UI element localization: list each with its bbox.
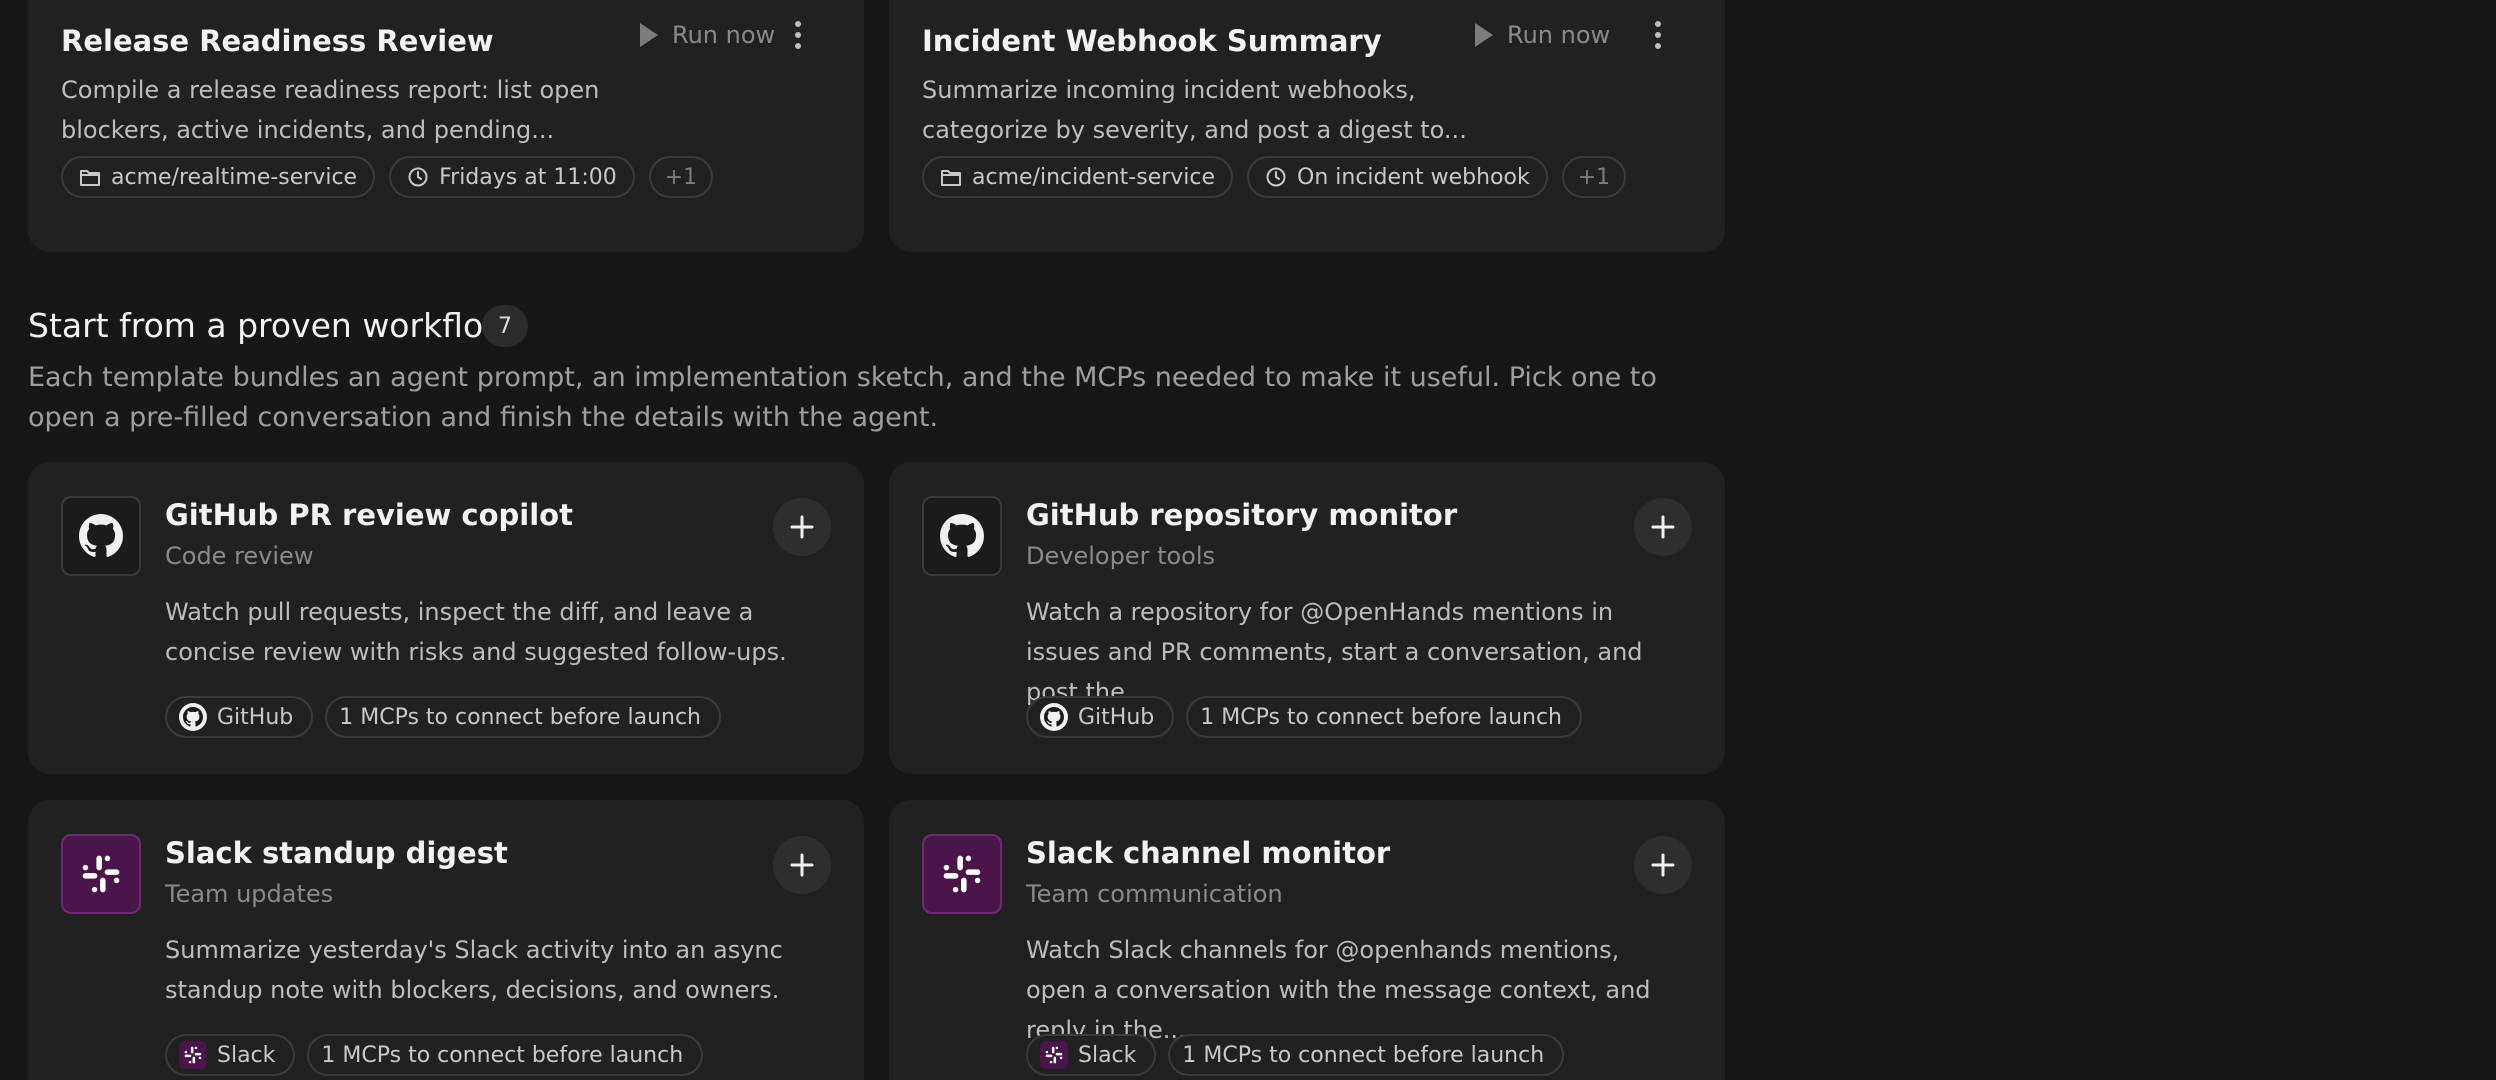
clock-icon: [1266, 167, 1286, 187]
automation-card[interactable]: Release Readiness Review Run now Compile…: [28, 0, 864, 252]
automation-title: Release Readiness Review: [61, 24, 494, 58]
plus-icon: [790, 515, 814, 539]
kebab-dot: [795, 43, 801, 49]
plus-icon: [790, 853, 814, 877]
automation-description: Compile a release readiness report: list…: [61, 76, 600, 144]
kebab-dot: [1655, 43, 1661, 49]
add-template-button[interactable]: [773, 836, 831, 894]
folder-icon: [941, 170, 961, 186]
add-template-button[interactable]: [1634, 836, 1692, 894]
kebab-dot: [795, 32, 801, 38]
integration-label: GitHub: [217, 704, 294, 730]
template-category: Team communication: [1026, 880, 1283, 908]
template-description: Watch a repository for @OpenHands mentio…: [1026, 598, 1643, 706]
github-logo-icon: [1040, 703, 1068, 731]
slack-logo-icon: [61, 834, 141, 914]
integration-chip: Slack: [1026, 1034, 1157, 1076]
template-chips: Slack 1 MCPs to connect before launch: [1026, 1034, 1565, 1076]
slack-logo-icon: [179, 1041, 207, 1069]
run-now-button[interactable]: Run now: [640, 20, 775, 50]
schedule-label: On incident webhook: [1297, 164, 1530, 190]
mcp-requirement-chip: 1 MCPs to connect before launch: [1168, 1034, 1565, 1076]
integration-label: Slack: [1078, 1042, 1137, 1068]
run-now-button[interactable]: Run now: [1475, 20, 1610, 50]
template-title: Slack standup digest: [165, 836, 508, 870]
template-chips: GitHub 1 MCPs to connect before launch: [1026, 696, 1583, 738]
run-now-label: Run now: [1507, 21, 1611, 49]
mcp-requirement-chip: 1 MCPs to connect before launch: [325, 696, 722, 738]
schedule-label: Fridays at 11:00: [439, 164, 617, 190]
more-chip[interactable]: +1: [648, 156, 714, 198]
repo-chip: acme/realtime-service: [61, 156, 376, 198]
template-category: Code review: [165, 542, 314, 570]
template-description: Watch pull requests, inspect the diff, a…: [165, 598, 787, 666]
template-description: Watch Slack channels for @openhands ment…: [1026, 936, 1651, 1044]
automation-chips: acme/realtime-service Fridays at 11:00 +…: [61, 156, 714, 198]
template-card-slack-standup[interactable]: Slack standup digest Team updates Summar…: [28, 800, 864, 1080]
template-title: GitHub repository monitor: [1026, 498, 1458, 532]
template-category: Developer tools: [1026, 542, 1216, 570]
integration-label: GitHub: [1078, 704, 1155, 730]
template-card-github-pr-review[interactable]: GitHub PR review copilot Code review Wat…: [28, 462, 864, 774]
integration-chip: GitHub: [1026, 696, 1175, 738]
play-icon: [640, 23, 658, 47]
github-logo-icon: [922, 496, 1002, 576]
kebab-dot: [1655, 21, 1661, 27]
mcp-requirement-chip: 1 MCPs to connect before launch: [1186, 696, 1583, 738]
template-title: Slack channel monitor: [1026, 836, 1391, 870]
more-options-button[interactable]: [1643, 18, 1673, 52]
clock-icon: [408, 167, 428, 187]
kebab-dot: [1655, 32, 1661, 38]
integration-label: Slack: [217, 1042, 276, 1068]
section-description: Each template bundles an agent prompt, a…: [28, 362, 1657, 433]
template-chips: GitHub 1 MCPs to connect before launch: [165, 696, 722, 738]
section-title: Start from a proven workflow: [28, 306, 511, 345]
template-card-github-repo-monitor[interactable]: GitHub repository monitor Developer tool…: [889, 462, 1725, 774]
template-count-badge: 7: [482, 305, 528, 347]
plus-icon: [1651, 515, 1675, 539]
automations-page: Release Readiness Review Run now Compile…: [0, 0, 2496, 1080]
add-template-button[interactable]: [773, 498, 831, 556]
slack-logo-icon: [922, 834, 1002, 914]
template-chips: Slack 1 MCPs to connect before launch: [165, 1034, 704, 1076]
github-logo-icon: [61, 496, 141, 576]
plus-icon: [1651, 853, 1675, 877]
automation-chips: acme/incident-service On incident webhoo…: [922, 156, 1627, 198]
more-options-button[interactable]: [783, 18, 813, 52]
integration-chip: Slack: [165, 1034, 296, 1076]
automation-title: Incident Webhook Summary: [922, 24, 1382, 58]
integration-chip: GitHub: [165, 696, 314, 738]
schedule-chip: Fridays at 11:00: [389, 156, 635, 198]
schedule-chip: On incident webhook: [1247, 156, 1548, 198]
automation-description: Summarize incoming incident webhooks, ca…: [922, 76, 1467, 144]
kebab-dot: [795, 21, 801, 27]
more-chip[interactable]: +1: [1561, 156, 1627, 198]
template-card-slack-channel-monitor[interactable]: Slack channel monitor Team communication…: [889, 800, 1725, 1080]
github-logo-icon: [179, 703, 207, 731]
automation-card[interactable]: Incident Webhook Summary Run now Summari…: [889, 0, 1725, 252]
folder-icon: [80, 170, 100, 186]
repo-label: acme/realtime-service: [111, 164, 358, 190]
repo-label: acme/incident-service: [972, 164, 1216, 190]
template-title: GitHub PR review copilot: [165, 498, 573, 532]
template-description: Summarize yesterday's Slack activity int…: [165, 936, 783, 1004]
template-category: Team updates: [165, 880, 334, 908]
run-now-label: Run now: [672, 21, 776, 49]
mcp-requirement-chip: 1 MCPs to connect before launch: [307, 1034, 704, 1076]
play-icon: [1475, 23, 1493, 47]
add-template-button[interactable]: [1634, 498, 1692, 556]
repo-chip: acme/incident-service: [922, 156, 1234, 198]
slack-logo-icon: [1040, 1041, 1068, 1069]
